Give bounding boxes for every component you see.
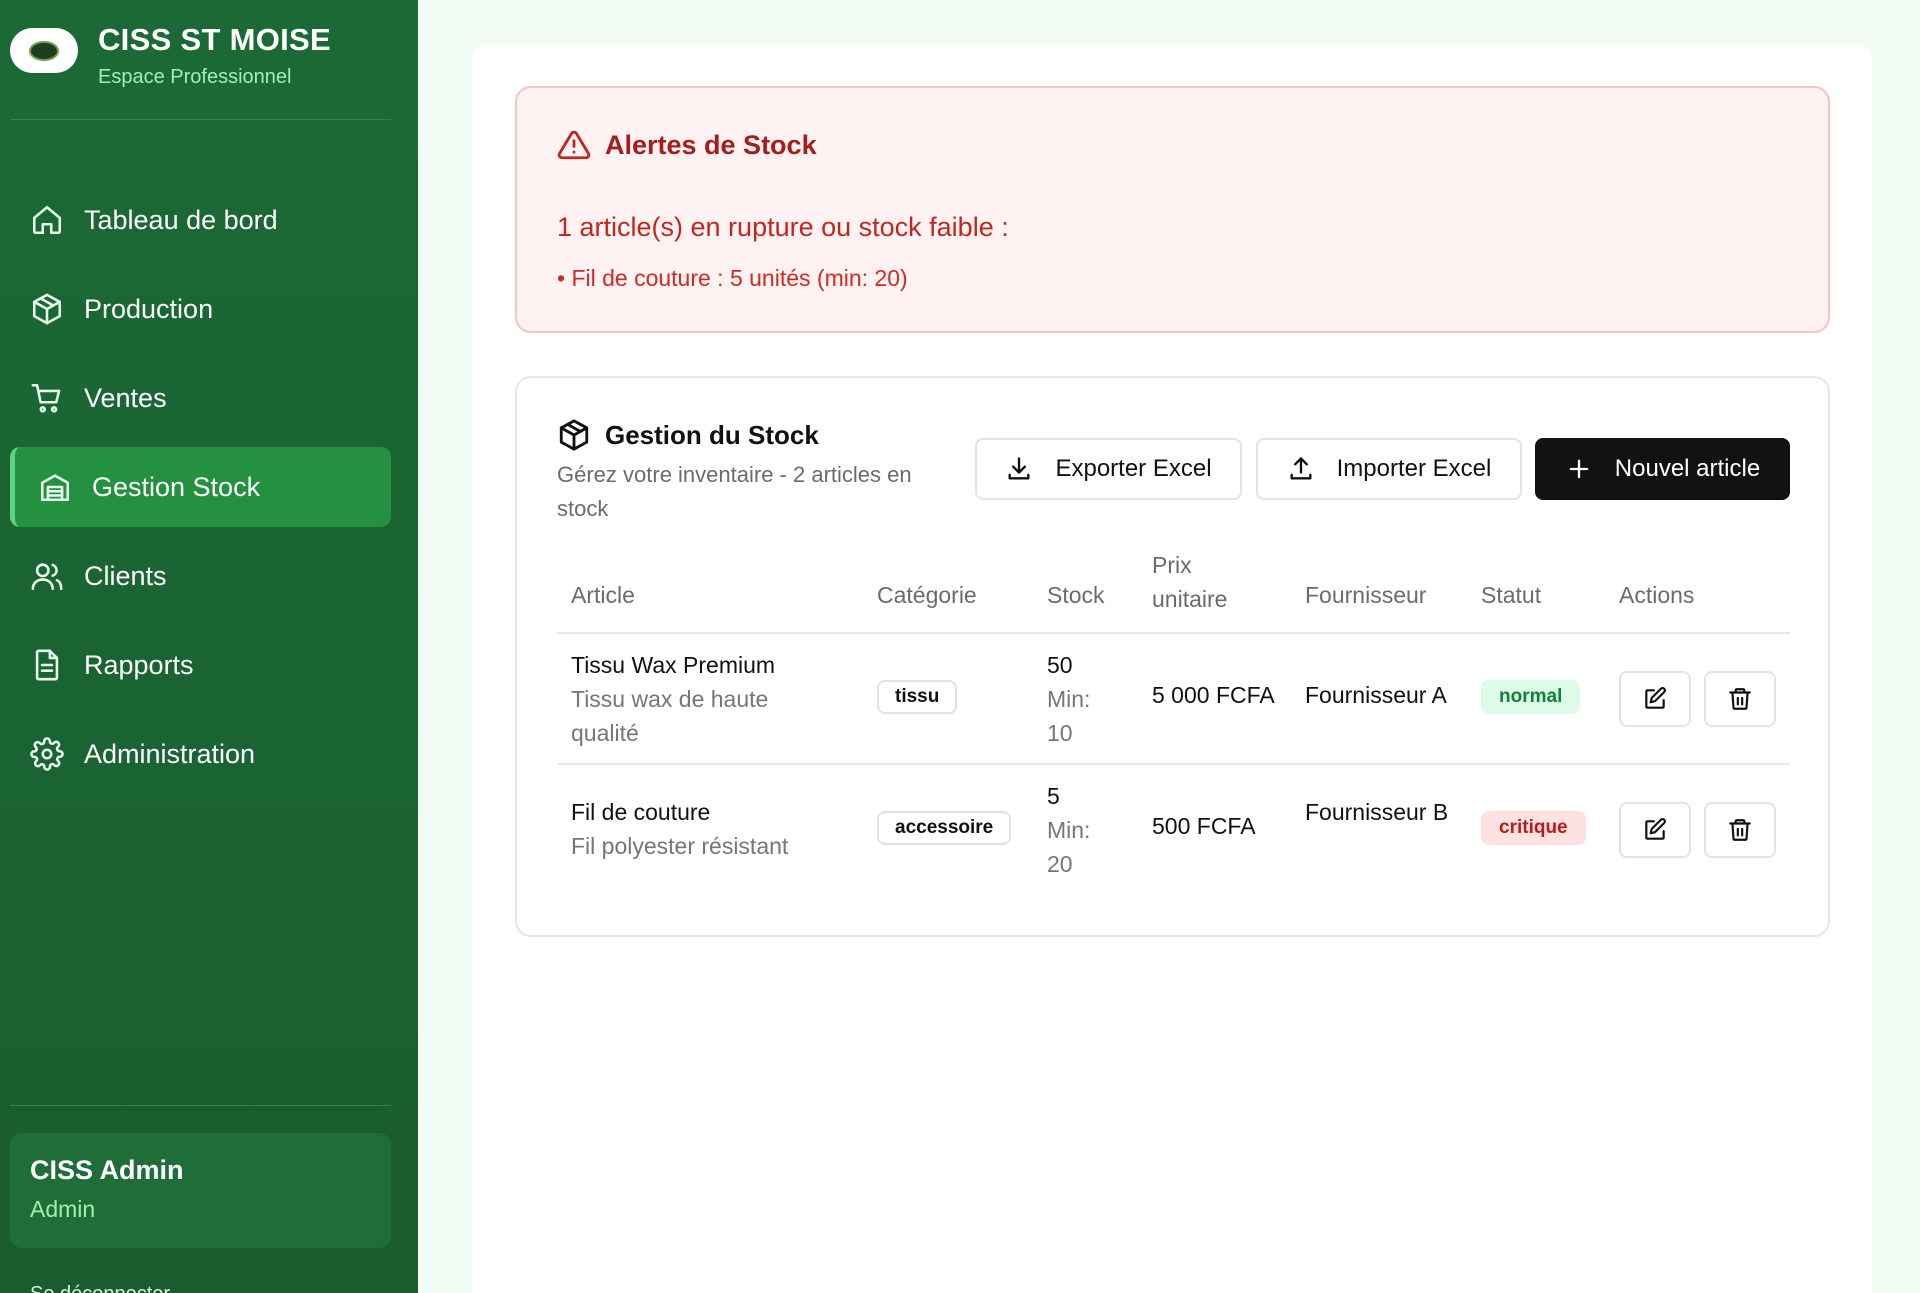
file-icon — [35, 649, 59, 681]
divider — [10, 1105, 391, 1106]
stock-panel: Gestion du Stock Gérez votre inventaire … — [515, 376, 1830, 937]
article-description: Tissu wax de haute qualité — [571, 686, 769, 746]
table-row: Tissu Wax Premium Tissu wax de haute qua… — [557, 634, 1790, 765]
stock-table: Article Catégorie Stock Prix unitaire Fo… — [557, 552, 1790, 896]
sidebar-item-label: Production — [84, 293, 214, 324]
stock-subtitle: Gérez votre inventaire - 2 articles en s… — [557, 462, 912, 521]
logout-button[interactable]: Se déconnecter — [30, 1283, 170, 1293]
user-role: Admin — [30, 1196, 96, 1222]
export-label: Exporter Excel — [1055, 455, 1212, 482]
sidebar-item-label: Tableau de bord — [84, 204, 278, 235]
box-icon — [559, 419, 589, 451]
edit-icon — [1645, 818, 1666, 840]
home-icon — [32, 205, 62, 235]
delete-button[interactable] — [1704, 671, 1776, 727]
stock-title: Gestion du Stock — [605, 419, 819, 450]
stock-quantity: 5 — [1047, 783, 1060, 809]
stock-minimum: Min: 20 — [1047, 817, 1091, 877]
supplier: Fournisseur A — [1305, 682, 1447, 708]
alert-message: 1 article(s) en rupture ou stock faible … — [557, 212, 1009, 242]
sidebar-item-label: Clients — [84, 560, 167, 591]
warehouse-icon — [40, 474, 70, 502]
brand-title: CISS ST MOISE — [98, 22, 331, 57]
sidebar: CISS ST MOISE Espace Professionnel Table… — [0, 0, 418, 1293]
sidebar-item-sales[interactable]: Ventes — [10, 358, 391, 438]
plus-icon — [1569, 459, 1589, 479]
sidebar-item-reports[interactable]: Rapports — [10, 625, 391, 705]
divider — [10, 119, 391, 120]
warning-icon — [557, 130, 591, 160]
import-label: Importer Excel — [1336, 455, 1492, 482]
table-header: Article Catégorie Stock Prix unitaire Fo… — [557, 552, 1790, 634]
column-header: Catégorie — [877, 582, 977, 608]
import-excel-button[interactable]: Importer Excel — [1256, 438, 1522, 500]
edit-button[interactable] — [1619, 802, 1691, 858]
edit-button[interactable] — [1619, 671, 1691, 727]
brand: CISS ST MOISE Espace Professionnel — [10, 22, 331, 89]
sidebar-item-dashboard[interactable]: Tableau de bord — [10, 180, 391, 260]
delete-button[interactable] — [1704, 802, 1776, 858]
unit-price: 500 FCFA — [1152, 813, 1256, 839]
download-icon — [1008, 457, 1030, 480]
article-name: Fil de couture — [571, 799, 711, 825]
sidebar-item-production[interactable]: Production — [10, 269, 391, 349]
trash-icon — [1729, 819, 1751, 841]
sidebar-nav: Tableau de bord Production Ventes Gestio… — [10, 180, 391, 803]
logo-emblem — [29, 40, 59, 61]
user-name: CISS Admin — [30, 1155, 184, 1185]
alert-title: Alertes de Stock — [605, 129, 817, 160]
user-card: CISS Admin Admin — [10, 1133, 391, 1248]
new-article-button[interactable]: Nouvel article — [1535, 438, 1790, 500]
sidebar-item-administration[interactable]: Administration — [10, 714, 391, 794]
new-label: Nouvel article — [1614, 455, 1761, 482]
table-row: Fil de couture Fil polyester résistant a… — [557, 765, 1790, 896]
cart-icon — [31, 383, 61, 413]
logo — [10, 28, 78, 73]
logout-label: Se déconnecter — [30, 1283, 170, 1293]
alert-item: • Fil de couture : 5 unités (min: 20) — [557, 265, 908, 291]
supplier: Fournisseur B — [1305, 799, 1449, 825]
category-badge: accessoire — [877, 811, 1012, 845]
brand-subtitle: Espace Professionnel — [98, 66, 292, 88]
column-header: Fournisseur — [1305, 582, 1427, 608]
box-icon — [32, 293, 62, 325]
export-excel-button[interactable]: Exporter Excel — [975, 438, 1242, 500]
sidebar-item-label: Administration — [84, 738, 256, 769]
sidebar-item-stock[interactable]: Gestion Stock — [10, 447, 391, 527]
users-icon — [31, 563, 63, 591]
status-badge: critique — [1481, 811, 1586, 845]
stock-minimum: Min: 10 — [1047, 686, 1091, 746]
article-name: Tissu Wax Premium — [571, 652, 776, 678]
sidebar-item-label: Gestion Stock — [92, 471, 261, 502]
sidebar-item-label: Ventes — [84, 382, 167, 413]
category-badge: tissu — [877, 680, 958, 714]
stock-alert: Alertes de Stock 1 article(s) en rupture… — [515, 86, 1830, 333]
upload-icon — [1290, 457, 1312, 480]
column-header: Prix unitaire — [1152, 552, 1228, 612]
column-header: Stock — [1047, 582, 1105, 608]
unit-price: 5 000 FCFA — [1152, 682, 1275, 708]
article-description: Fil polyester résistant — [571, 833, 789, 859]
status-badge: normal — [1481, 680, 1581, 714]
sidebar-item-clients[interactable]: Clients — [10, 536, 391, 616]
column-header: Article — [571, 582, 635, 608]
sidebar-item-label: Rapports — [84, 649, 194, 680]
column-header: Statut — [1481, 582, 1542, 608]
stock-quantity: 50 — [1047, 652, 1073, 678]
column-header: Actions — [1619, 582, 1695, 608]
gear-icon — [30, 737, 64, 771]
trash-icon — [1729, 688, 1751, 710]
edit-icon — [1645, 687, 1666, 709]
